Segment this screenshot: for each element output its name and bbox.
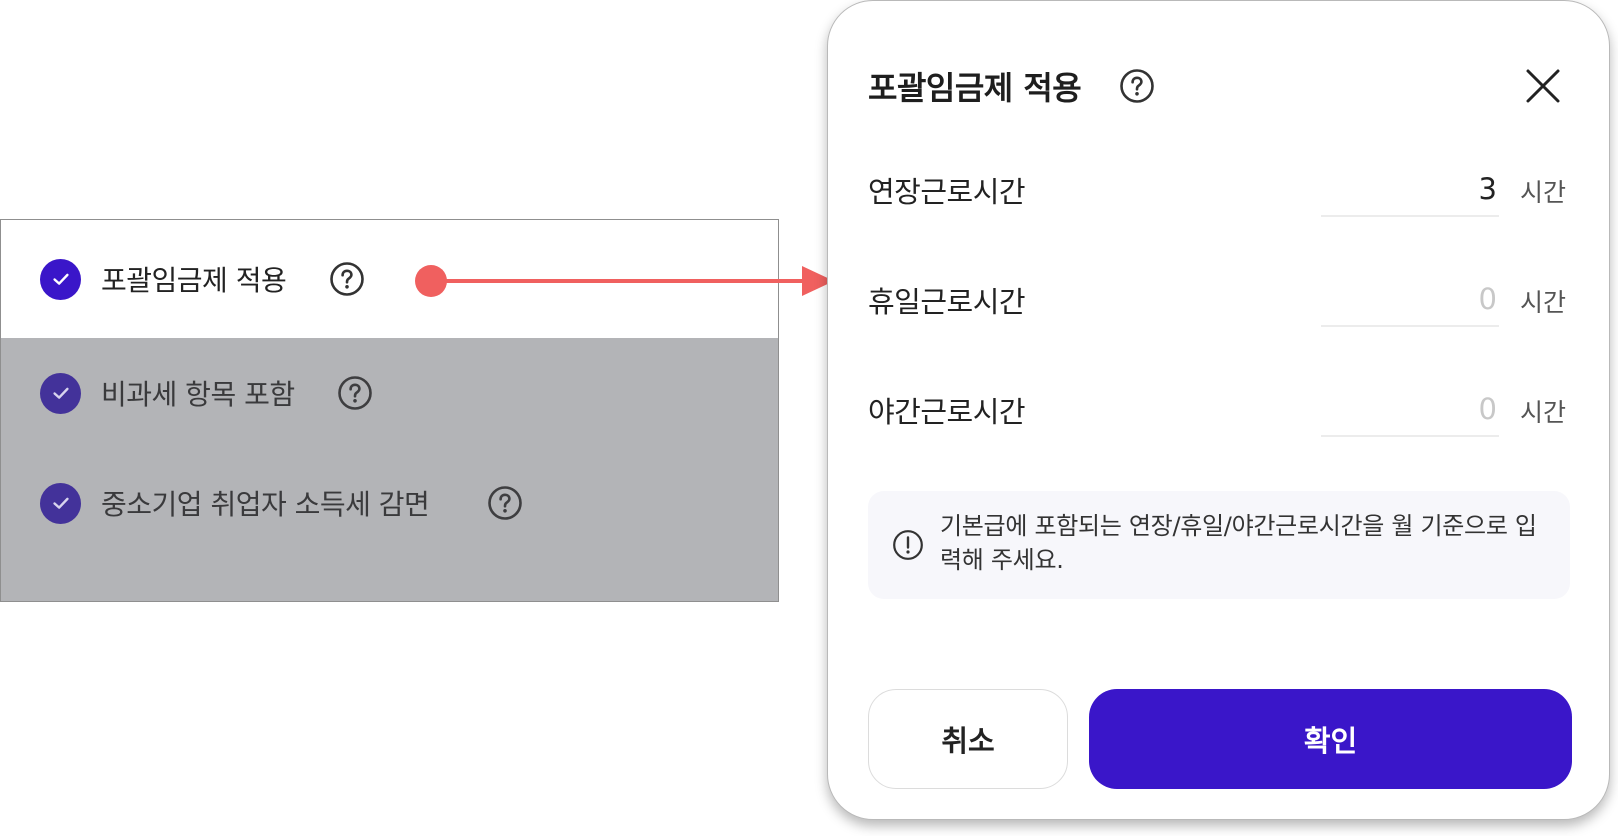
overtime-hours-unit: 시간 bbox=[1520, 178, 1567, 207]
cancel-button[interactable]: 취소 bbox=[868, 689, 1068, 789]
checkbox-checked[interactable] bbox=[40, 258, 81, 300]
comprehensive-wage-dialog: 포괄임금제 적용 연장근로시간 시간 휴일근로시간 시간 야간근로시간 시간 기… bbox=[827, 0, 1610, 820]
option-row-non-taxable[interactable]: 비과세 항목 포함 bbox=[1, 338, 778, 448]
overtime-hours-input[interactable] bbox=[1321, 167, 1499, 217]
arrow-icon bbox=[415, 265, 834, 297]
checkbox-checked[interactable] bbox=[40, 372, 81, 414]
close-button[interactable] bbox=[1524, 67, 1562, 105]
check-icon bbox=[52, 387, 69, 399]
night-hours-unit: 시간 bbox=[1520, 398, 1567, 427]
notice-box: 기본급에 포함되는 연장/휴일/야간근로시간을 월 기준으로 입력해 주세요. bbox=[868, 491, 1570, 599]
checkbox-checked[interactable] bbox=[40, 482, 81, 524]
dialog-title: 포괄임금제 적용 bbox=[868, 69, 1082, 107]
notice-text: 기본급에 포함되는 연장/휴일/야간근로시간을 월 기준으로 입력해 주세요. bbox=[940, 512, 1537, 574]
overtime-hours-label: 연장근로시간 bbox=[868, 175, 1026, 209]
holiday-hours-input[interactable] bbox=[1321, 277, 1499, 327]
option-label: 비과세 항목 포함 bbox=[101, 378, 295, 411]
holiday-hours-unit: 시간 bbox=[1520, 288, 1567, 317]
night-hours-label: 야간근로시간 bbox=[868, 395, 1026, 429]
help-icon[interactable] bbox=[487, 485, 523, 521]
check-icon bbox=[52, 273, 69, 285]
night-hours-input[interactable] bbox=[1321, 387, 1499, 437]
info-icon bbox=[892, 529, 924, 561]
help-icon[interactable] bbox=[1119, 68, 1155, 104]
check-icon bbox=[52, 497, 69, 509]
option-label: 중소기업 취업자 소득세 감면 bbox=[101, 488, 430, 521]
connector-arrow bbox=[414, 264, 834, 308]
option-row-sme-tax-reduction[interactable]: 중소기업 취업자 소득세 감면 bbox=[1, 448, 778, 558]
holiday-hours-label: 휴일근로시간 bbox=[868, 285, 1026, 319]
help-icon[interactable] bbox=[337, 375, 373, 411]
close-icon bbox=[1526, 69, 1560, 103]
option-label: 포괄임금제 적용 bbox=[101, 264, 287, 297]
help-icon[interactable] bbox=[329, 261, 365, 297]
confirm-button[interactable]: 확인 bbox=[1089, 689, 1572, 789]
